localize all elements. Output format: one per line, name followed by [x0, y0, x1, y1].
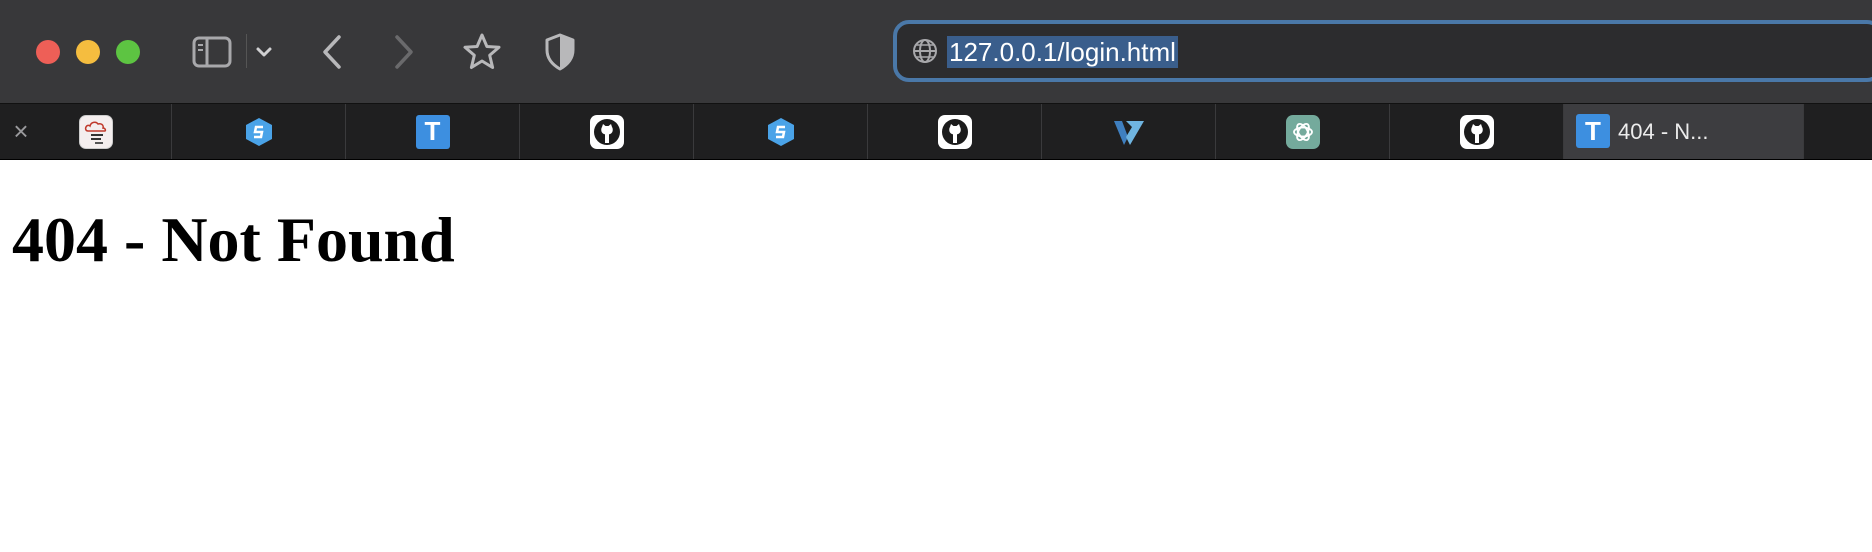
bookmark-button[interactable]: [460, 30, 504, 74]
page-content: 404 - Not Found: [0, 160, 1872, 552]
window-maximize-button[interactable]: [116, 40, 140, 64]
tab-bar: × T T 404 - N...: [0, 104, 1872, 160]
tab-7[interactable]: [1042, 104, 1216, 159]
chatgpt-icon: [1285, 114, 1320, 149]
url-text[interactable]: 127.0.0.1/login.html: [947, 36, 1178, 68]
tab-active[interactable]: T 404 - N...: [1564, 104, 1804, 159]
address-bar[interactable]: 127.0.0.1/login.html: [893, 20, 1872, 82]
sidebar-menu-button[interactable]: [252, 30, 276, 74]
globe-icon: [911, 37, 939, 65]
page-title: 404 - Not Found: [12, 204, 455, 275]
tab-5[interactable]: [694, 104, 868, 159]
star-icon: [462, 32, 502, 72]
github-icon: [1459, 114, 1494, 149]
tab-2[interactable]: [172, 104, 346, 159]
browser-toolbar: 127.0.0.1/login.html: [0, 0, 1872, 104]
tab-6[interactable]: [868, 104, 1042, 159]
t-icon: T: [1576, 114, 1610, 148]
back-button[interactable]: [318, 30, 346, 74]
window-minimize-button[interactable]: [76, 40, 100, 64]
hex-s-icon: [764, 115, 798, 149]
sidebar-toggle-button[interactable]: [190, 30, 234, 74]
back-icon: [321, 34, 343, 70]
sidebar-icon: [192, 36, 232, 68]
forward-icon: [393, 34, 415, 70]
forward-button[interactable]: [390, 30, 418, 74]
v-icon: [1112, 115, 1146, 149]
shield-icon: [544, 33, 576, 71]
hex-s-icon: [242, 115, 276, 149]
window-close-button[interactable]: [36, 40, 60, 64]
github-icon: [937, 114, 972, 149]
tab-3[interactable]: T: [346, 104, 520, 159]
tab-title: 404 - N...: [1618, 119, 1709, 144]
privacy-report-button[interactable]: [540, 30, 580, 74]
chevron-down-icon: [255, 46, 273, 58]
close-tab-icon[interactable]: ×: [8, 118, 34, 144]
github-icon: [589, 114, 624, 149]
cloud-weather-icon: [78, 114, 113, 149]
t-icon: T: [415, 114, 450, 149]
tab-4[interactable]: [520, 104, 694, 159]
tab-9[interactable]: [1390, 104, 1564, 159]
tab-1[interactable]: ×: [0, 104, 172, 159]
toolbar-divider: [246, 34, 247, 68]
tab-8[interactable]: [1216, 104, 1390, 159]
